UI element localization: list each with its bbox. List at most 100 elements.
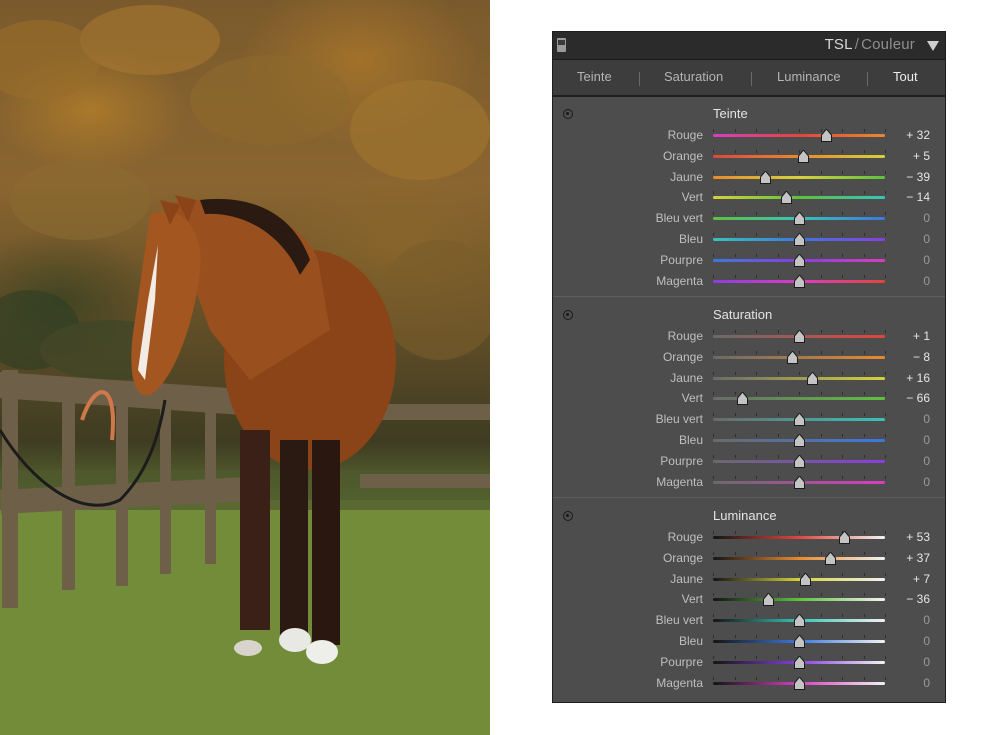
slider-thumb[interactable] xyxy=(825,551,837,565)
slider-value[interactable]: 0 xyxy=(923,232,930,246)
slider-value[interactable]: 0 xyxy=(923,676,930,690)
slider-value[interactable]: 0 xyxy=(923,475,930,489)
slider-tick xyxy=(777,392,779,396)
slider-value[interactable]: 0 xyxy=(923,454,930,468)
panel-title-color[interactable]: Couleur xyxy=(861,36,915,53)
slider-value[interactable]: + 37 xyxy=(906,551,930,565)
slider-value[interactable]: 0 xyxy=(923,655,930,669)
slider-value[interactable]: 0 xyxy=(923,211,930,225)
tab-teinte[interactable]: Teinte xyxy=(577,69,612,84)
panel-toggle-switch[interactable] xyxy=(557,38,566,52)
slider-label: Pourpre xyxy=(660,654,703,669)
slider-value[interactable]: − 14 xyxy=(906,190,930,204)
slider-thumb[interactable] xyxy=(799,572,811,586)
slider-row-bleu: Bleu 0 xyxy=(553,230,945,250)
slider-thumb[interactable] xyxy=(821,129,833,142)
slider-thumb[interactable] xyxy=(794,330,806,343)
slider-row-jaune: Jaune + 16 xyxy=(553,369,945,389)
slider-thumb[interactable] xyxy=(793,274,805,288)
slider-ticks xyxy=(713,350,886,355)
target-adjust-icon[interactable] xyxy=(563,310,573,320)
slider-value[interactable]: − 8 xyxy=(913,350,930,364)
target-adjust-icon[interactable] xyxy=(563,109,573,119)
slider-tick xyxy=(820,350,822,354)
slider-track[interactable] xyxy=(713,598,885,602)
slider-thumb[interactable] xyxy=(793,655,805,669)
slider-label: Jaune xyxy=(670,370,703,385)
slider-value[interactable]: + 53 xyxy=(906,530,930,544)
slider-tick xyxy=(756,191,757,195)
slider-label: Bleu vert xyxy=(655,211,703,226)
slider-thumb[interactable] xyxy=(759,170,771,184)
slider-value[interactable]: 0 xyxy=(923,634,930,648)
slider-value[interactable]: 0 xyxy=(923,274,930,288)
tab-tout[interactable]: Tout xyxy=(893,69,918,84)
slider-value[interactable]: 0 xyxy=(923,613,930,627)
panel-title[interactable]: TSL / Couleur xyxy=(825,36,915,53)
slider-row-pourpre: Pourpre 0 xyxy=(553,653,945,673)
slider-thumb[interactable] xyxy=(839,531,851,544)
slider-value[interactable]: − 39 xyxy=(906,170,930,184)
panel-header: TSL / Couleur xyxy=(553,32,945,60)
slider-value[interactable]: 0 xyxy=(923,433,930,447)
slider-thumb[interactable] xyxy=(807,371,819,385)
slider-tick xyxy=(842,635,843,638)
slider-value[interactable]: + 32 xyxy=(906,128,930,142)
target-adjust-icon[interactable] xyxy=(563,511,573,521)
slider-tick xyxy=(885,676,886,680)
slider-track[interactable] xyxy=(713,355,885,359)
slider-value[interactable]: − 36 xyxy=(906,592,930,606)
slider-track[interactable] xyxy=(713,196,885,200)
slider-tick xyxy=(885,253,886,257)
slider-row-rouge: Rouge + 32 xyxy=(553,126,945,146)
tab-saturation[interactable]: Saturation xyxy=(664,69,723,84)
slider-track[interactable] xyxy=(713,376,885,380)
slider-thumb[interactable] xyxy=(793,676,805,690)
slider-thumb[interactable] xyxy=(793,253,805,267)
slider-track[interactable] xyxy=(713,536,885,539)
slider-tick xyxy=(734,572,736,576)
slider-thumb[interactable] xyxy=(786,350,798,364)
slider-thumb[interactable] xyxy=(736,392,748,406)
slider-track[interactable] xyxy=(713,134,885,137)
slider-value[interactable]: + 7 xyxy=(913,572,930,586)
slider-thumb[interactable] xyxy=(781,191,793,205)
slider-value[interactable]: 0 xyxy=(923,253,930,267)
slider-value[interactable]: + 5 xyxy=(913,149,930,163)
slider-tick xyxy=(885,551,886,555)
slider-track[interactable] xyxy=(713,556,885,560)
slider-thumb[interactable] xyxy=(793,233,805,246)
slider-tick xyxy=(885,371,886,375)
slider-thumb[interactable] xyxy=(797,149,809,163)
slider-tick xyxy=(756,371,757,375)
slider-value[interactable]: + 1 xyxy=(913,329,930,343)
slider-tick xyxy=(842,593,843,597)
slider-tick xyxy=(842,212,843,216)
slider-value[interactable]: 0 xyxy=(923,412,930,426)
slider-thumb[interactable] xyxy=(762,593,774,607)
slider-tick xyxy=(713,551,714,555)
slider-tick xyxy=(842,614,843,618)
slider-thumb[interactable] xyxy=(793,454,805,468)
tab-luminance[interactable]: Luminance xyxy=(777,69,841,84)
slider-thumb[interactable] xyxy=(793,635,805,648)
slider-thumb[interactable] xyxy=(793,434,805,447)
slider-tick xyxy=(734,350,736,354)
slider-row-rouge: Rouge + 1 xyxy=(553,327,945,347)
slider-row-jaune: Jaune + 7 xyxy=(553,570,945,590)
panel-title-hsl[interactable]: TSL xyxy=(825,36,853,53)
slider-thumb[interactable] xyxy=(793,475,805,489)
slider-tick xyxy=(820,413,822,417)
slider-tick xyxy=(713,170,714,174)
slider-tick xyxy=(734,274,736,278)
slider-track[interactable] xyxy=(713,175,885,179)
collapse-triangle-icon[interactable] xyxy=(927,41,939,51)
slider-thumb[interactable] xyxy=(793,413,805,427)
slider-thumb[interactable] xyxy=(793,212,805,226)
slider-value[interactable]: + 16 xyxy=(906,371,930,385)
slider-thumb[interactable] xyxy=(793,614,805,628)
slider-value[interactable]: − 66 xyxy=(906,391,930,405)
slider-row-rouge: Rouge + 53 xyxy=(553,528,945,548)
slider-tick xyxy=(756,434,757,437)
slider-tick xyxy=(863,676,865,680)
